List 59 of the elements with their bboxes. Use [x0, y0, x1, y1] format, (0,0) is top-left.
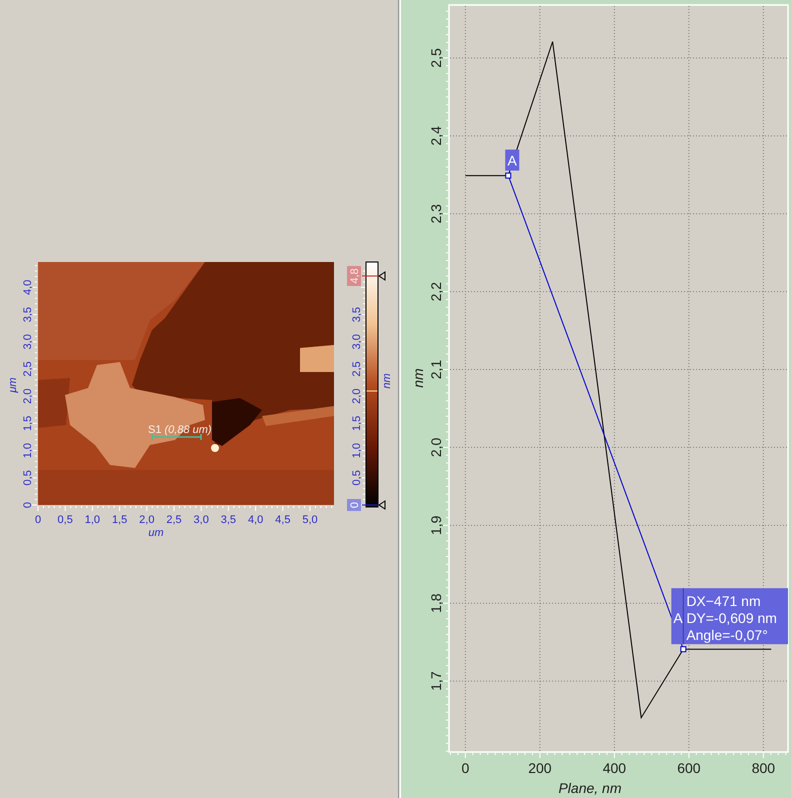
y-tick-label: 2,0: [22, 388, 34, 404]
y-tick-label: 1,8: [428, 594, 444, 613]
measurement-readout: DY=-0,609 nm: [686, 610, 777, 626]
x-tick-label: 3,5: [220, 514, 236, 526]
measurement-label: S1 (0,88 um): [148, 424, 212, 436]
measurement-line[interactable]: [151, 434, 202, 440]
point-label: A: [673, 610, 683, 626]
min-value-badge: 0: [347, 499, 361, 511]
y-tick-label: 2,3: [428, 204, 444, 224]
x-tick-label: 0,5: [58, 514, 73, 526]
endpoint-marker-icon[interactable]: [505, 172, 512, 179]
y-tick-label: 1,0: [22, 442, 34, 458]
x-axis-title: um: [148, 527, 164, 539]
measurement-readout: Angle=-0,07°: [686, 627, 768, 644]
x-tick-label: 200: [528, 760, 552, 776]
y-tick-label: 2,1: [428, 360, 444, 380]
color-scale-label: 3,5: [351, 306, 363, 322]
color-scale-label: 0,5: [351, 470, 363, 486]
y-tick-label: 3,5: [22, 306, 34, 322]
y-tick-label: 2,5: [22, 361, 34, 377]
x-tick-label: 3,0: [194, 514, 209, 526]
max-value-badge: 4,8: [347, 266, 361, 286]
x-tick-label: 0: [462, 760, 470, 776]
x-tick-label: 5,0: [302, 514, 318, 526]
color-scale-unit: nm: [381, 373, 393, 389]
y-tick-label: 2,0: [428, 438, 444, 458]
y-axis-title: nm: [410, 368, 426, 388]
measurement-readout: DX−471 nm: [686, 593, 761, 610]
y-tick-label: 2,2: [428, 282, 444, 302]
level-marker-icon[interactable]: [362, 500, 386, 510]
y-tick-label: 1,7: [428, 671, 444, 691]
y-tick-label: 3,0: [22, 334, 34, 350]
x-tick-label: 600: [677, 760, 701, 776]
y-tick-label: 2,4: [428, 126, 444, 146]
x-tick-label: 800: [752, 760, 776, 776]
x-tick-label: 400: [602, 760, 626, 776]
y-tick-label: 1,9: [428, 516, 444, 536]
color-scale-label: 2,5: [351, 361, 363, 377]
x-tick-label: 2,0: [139, 514, 154, 526]
color-scale-label: 3,0: [351, 334, 363, 350]
x-tick-label: 1,5: [112, 514, 128, 526]
level-marker-icon[interactable]: [362, 271, 386, 281]
x-tick-label: 1,0: [84, 514, 100, 526]
endpoint-marker-icon[interactable]: [680, 646, 686, 652]
y-tick-label: 4,0: [22, 280, 34, 296]
y-tick-label: 0: [22, 502, 34, 508]
x-tick-label: 0: [34, 514, 42, 526]
x-axis-title: Plane, nm: [558, 780, 622, 796]
point-label: A: [505, 150, 520, 171]
y-axis-title: μm: [7, 377, 19, 393]
color-scale-label: 1,0: [351, 442, 363, 458]
y-tick-label: 1,5: [22, 416, 34, 432]
y-tick-label: 0,5: [22, 470, 34, 486]
x-tick-label: 4,5: [275, 514, 290, 526]
x-tick-label: 4,0: [248, 514, 264, 526]
color-scale-label: 1,5: [351, 416, 363, 432]
y-tick-label: 2,5: [428, 48, 444, 68]
x-tick-label: 2,5: [166, 514, 182, 526]
color-scale-label: 2,0: [351, 388, 363, 404]
